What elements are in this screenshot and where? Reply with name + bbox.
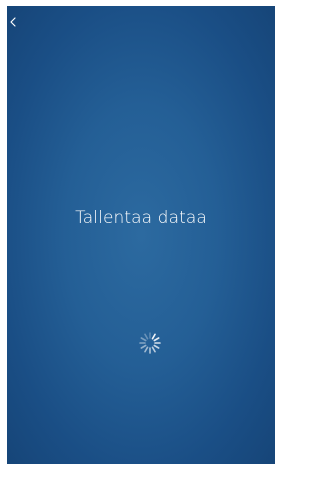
loading-spinner-icon: [137, 330, 163, 356]
spinner-tick: [151, 333, 156, 340]
spinner-tick: [153, 337, 160, 342]
spinner-tick: [153, 344, 160, 349]
app-frame: Tallentaa dataa: [0, 0, 282, 494]
status-title: Tallentaa dataa: [75, 208, 207, 228]
spinner-tick: [144, 346, 149, 353]
chevron-left-icon: [10, 17, 16, 27]
saving-screen: Tallentaa dataa: [7, 6, 275, 464]
back-button[interactable]: [9, 14, 25, 30]
spinner-tick: [144, 333, 149, 340]
spinner-tick: [140, 344, 147, 349]
spinner-tick: [151, 346, 156, 353]
spinner-tick: [140, 337, 147, 342]
